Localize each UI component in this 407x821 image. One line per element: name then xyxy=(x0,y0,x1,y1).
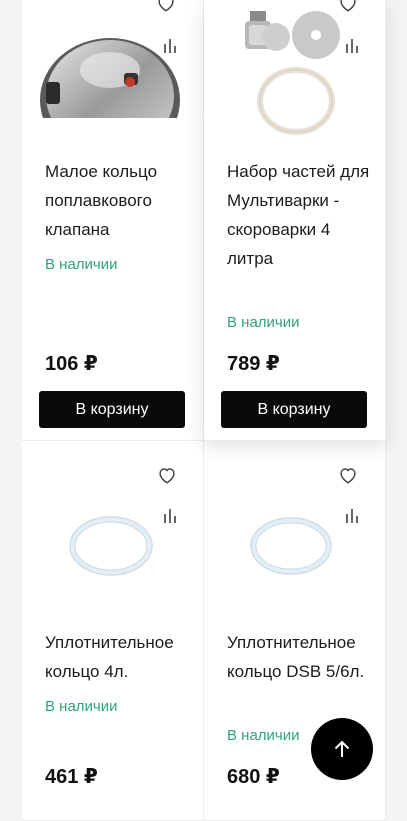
product-grid: Малое кольцо поплавкового клапана В нали… xyxy=(0,0,407,821)
stock-status: В наличии xyxy=(227,727,300,744)
product-image[interactable] xyxy=(22,509,204,584)
product-price: 461 ₽ xyxy=(45,766,98,788)
product-card[interactable]: Малое кольцо поплавкового клапана В нали… xyxy=(22,0,204,441)
product-title[interactable]: Набор частей для Мультиварки - скороварк… xyxy=(227,157,377,273)
stock-status: В наличии xyxy=(227,314,300,331)
scroll-to-top-button[interactable] xyxy=(311,718,373,780)
product-price: 789 ₽ xyxy=(227,353,280,375)
product-image[interactable] xyxy=(204,509,386,584)
product-title[interactable]: Малое кольцо поплавкового клапана xyxy=(45,157,195,244)
product-title[interactable]: Уплотнительное кольцо DSB 5/6л. xyxy=(227,628,377,686)
add-to-cart-button[interactable]: В корзину xyxy=(39,391,185,428)
product-image[interactable] xyxy=(22,20,204,162)
arrow-up-icon xyxy=(334,740,350,757)
product-card[interactable]: Уплотнительное кольцо 4л. В наличии 461 … xyxy=(22,441,204,821)
favorite-heart-icon[interactable] xyxy=(155,0,177,14)
product-price: 106 ₽ xyxy=(45,353,98,375)
favorite-heart-icon[interactable] xyxy=(337,464,359,486)
stock-status: В наличии xyxy=(45,256,118,273)
product-price: 680 ₽ xyxy=(227,766,280,788)
favorite-heart-icon[interactable] xyxy=(156,464,178,486)
product-image[interactable] xyxy=(204,5,386,140)
add-to-cart-button[interactable]: В корзину xyxy=(221,391,367,428)
stock-status: В наличии xyxy=(45,698,118,715)
product-card[interactable]: Набор частей для Мультиварки - скороварк… xyxy=(204,0,386,441)
product-title[interactable]: Уплотнительное кольцо 4л. xyxy=(45,628,195,686)
